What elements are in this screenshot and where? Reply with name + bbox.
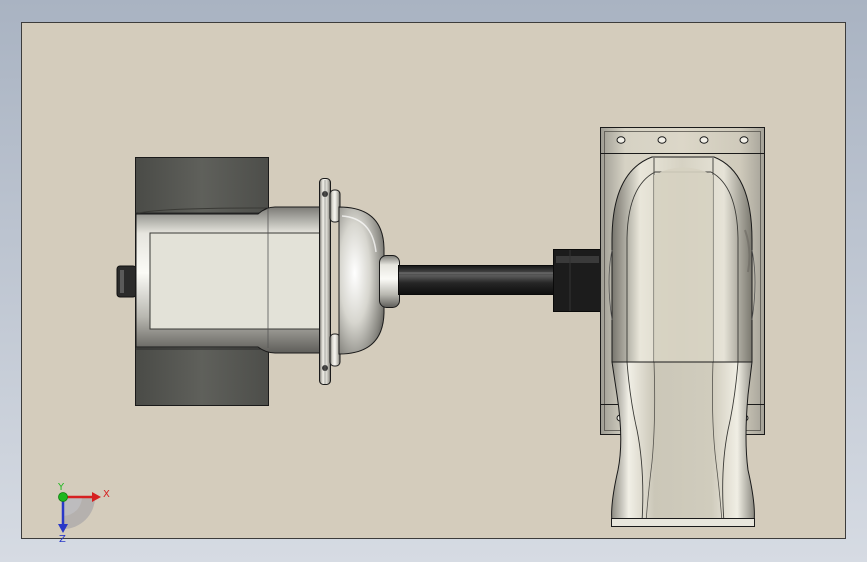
motor-front-hub[interactable]	[379, 255, 400, 308]
cad-drawing-canvas[interactable]: X Y Z	[0, 0, 867, 562]
blower-outlet-duct[interactable]	[611, 361, 755, 527]
graphics-viewport[interactable]: X Y Z	[0, 0, 867, 562]
motor-label-panel	[149, 232, 322, 330]
triad-x-label: X	[103, 489, 110, 500]
motor-end-knob[interactable]	[116, 265, 137, 298]
triad-z-label: Z	[59, 534, 66, 545]
motor-front-dome[interactable]	[338, 206, 385, 355]
shaft-coupling[interactable]	[553, 249, 602, 312]
triad-y-label: Y	[57, 482, 65, 493]
triad-y-dot-icon	[58, 492, 68, 502]
drive-shaft[interactable]	[398, 265, 556, 295]
motor-body[interactable]	[135, 206, 323, 354]
